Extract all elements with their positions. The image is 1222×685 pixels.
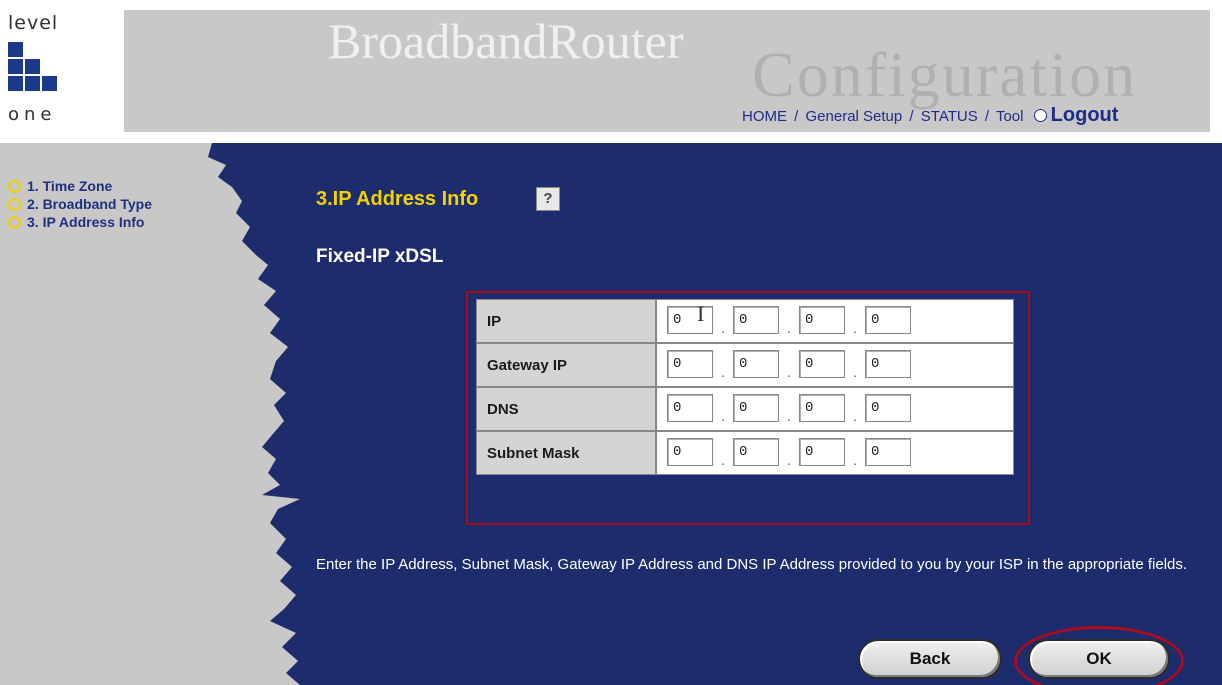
gateway-ip-octets: ... [656,343,1014,387]
nav-separator: / [984,108,990,125]
table-row: Subnet Mask ... [476,431,1014,475]
text-cursor-icon: I [697,301,705,326]
nav-tool-link[interactable]: Tool [996,108,1024,125]
gateway-octet-3-input[interactable] [799,350,845,379]
instructions-text: Enter the IP Address, Subnet Mask, Gatew… [316,556,1188,573]
yellow-circle-icon [8,215,21,229]
logo-top-text: level [8,12,59,34]
gateway-ip-label: Gateway IP [476,343,656,387]
gateway-octet-4-input[interactable] [865,350,911,379]
sidebar-item-time-zone[interactable]: 1. Time Zone [8,178,112,194]
subnet-octet-1-input[interactable] [667,438,713,467]
ok-highlight-circle [1014,626,1184,685]
subnet-mask-octets: ... [656,431,1014,475]
table-row: Gateway IP ... [476,343,1014,387]
dns-octets: ... [656,387,1014,431]
sidebar-item-label: 1. Time Zone [27,178,113,194]
octet-dot: . [721,407,725,424]
header: level one Configuration BroadbandRouter … [0,0,1222,148]
ip-label: IP [476,299,656,343]
sidebar-item-ip-address-info[interactable]: 3. IP Address Info [8,214,144,230]
yellow-circle-icon [8,179,21,193]
brand-subtitle: Configuration [752,39,1138,110]
table-row: DNS ... [476,387,1014,431]
octet-dot: . [853,407,857,424]
octet-dot: . [853,319,857,336]
sidebar-item-broadband-type[interactable]: 2. Broadband Type [8,196,152,212]
subnet-octet-4-input[interactable] [865,438,911,467]
logo-bottom-text: one [8,104,57,125]
main-panel: 1. Time Zone 2. Broadband Type 3. IP Add… [0,143,1222,685]
subnet-mask-label: Subnet Mask [476,431,656,475]
nav-general-setup-link[interactable]: General Setup [806,108,903,125]
ip-settings-table: IP ... Gateway IP ... DNS ... Subnet Mas… [476,299,1014,475]
logout-link[interactable]: Logout [1051,104,1119,126]
ip-octet-2-input[interactable] [733,306,779,335]
back-button[interactable]: Back [858,639,1002,679]
nav-separator: / [794,108,799,125]
octet-dot: . [787,319,791,336]
octet-dot: . [853,451,857,468]
sidebar-item-label: 2. Broadband Type [27,196,152,212]
levelone-logo: level one [0,0,124,132]
connection-type-subtitle: Fixed-IP xDSL [316,246,444,267]
yellow-circle-icon [8,197,21,211]
dns-octet-4-input[interactable] [865,394,911,423]
table-row: IP ... [476,299,1014,343]
help-icon[interactable]: ? [536,187,560,211]
octet-dot: . [787,451,791,468]
ip-octet-3-input[interactable] [799,306,845,335]
octet-dot: . [787,407,791,424]
ip-octet-1-input[interactable] [667,306,713,335]
subnet-octet-2-input[interactable] [733,438,779,467]
sidebar-item-label: 3. IP Address Info [27,214,145,230]
top-nav: HOME / General Setup / STATUS / Tool Log… [742,104,1118,127]
gateway-octet-1-input[interactable] [667,350,713,379]
octet-dot: . [787,363,791,380]
ip-table-highlight: IP ... Gateway IP ... DNS ... Subnet Mas… [466,291,1030,525]
octet-dot: . [721,451,725,468]
logout-radio-icon[interactable] [1033,109,1047,122]
logo-grid-icon [8,42,58,92]
dns-octet-3-input[interactable] [799,394,845,423]
octet-dot: . [721,319,725,336]
ip-octet-4-input[interactable] [865,306,911,335]
dns-octet-2-input[interactable] [733,394,779,423]
octet-dot: . [721,363,725,380]
gateway-octet-2-input[interactable] [733,350,779,379]
brand-title: BroadbandRouter [328,13,684,69]
dns-octet-1-input[interactable] [667,394,713,423]
dns-label: DNS [476,387,656,431]
nav-home-link[interactable]: HOME [742,108,787,125]
ip-octets: ... [656,299,1014,343]
subnet-octet-3-input[interactable] [799,438,845,467]
nav-status-link[interactable]: STATUS [921,108,978,125]
octet-dot: . [853,363,857,380]
section-title: 3.IP Address Info [316,188,479,210]
nav-separator: / [909,108,914,125]
